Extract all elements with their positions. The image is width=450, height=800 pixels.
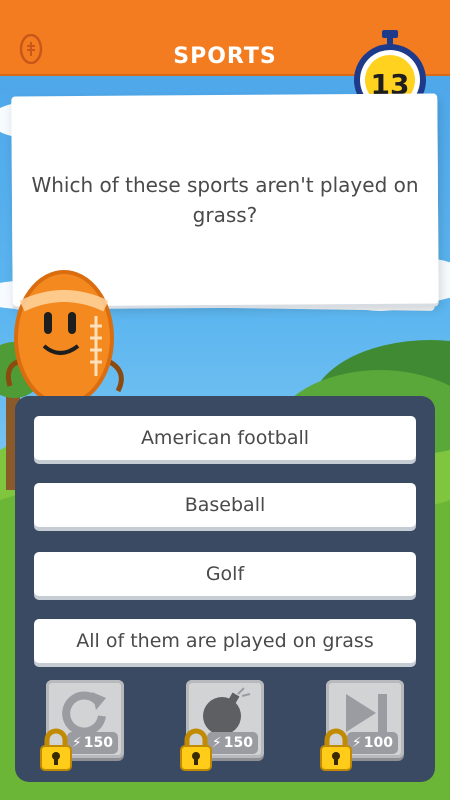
answer-button-4[interactable]: All of them are played on grass (34, 619, 416, 663)
lock-icon (180, 728, 212, 771)
question-text: Which of these sports aren't played on g… (31, 173, 419, 227)
powerup-bomb-button[interactable]: ⚡ 150 (180, 680, 264, 771)
answer-button-2[interactable]: Baseball (34, 483, 416, 527)
powerup-retry-button[interactable]: ⚡ 150 (40, 680, 124, 771)
powerup-skip-button[interactable]: ⚡ 100 (320, 680, 404, 771)
lock-icon (320, 728, 352, 771)
football-mascot (5, 270, 124, 406)
answer-button-3[interactable]: Golf (34, 552, 416, 596)
powerup-cost: ⚡ 100 (346, 732, 398, 754)
answer-button-1[interactable]: American football (34, 416, 416, 460)
lock-icon (40, 728, 72, 771)
powerup-cost: ⚡ 150 (206, 732, 258, 754)
powerup-cost: ⚡ 150 (66, 732, 118, 754)
